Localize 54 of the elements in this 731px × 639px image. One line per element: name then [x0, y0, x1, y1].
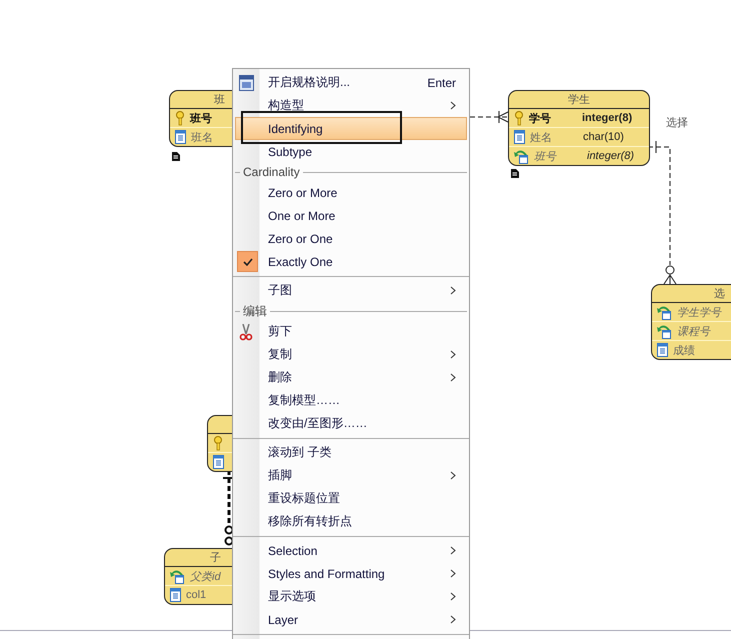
attribute-name: 成绩 — [673, 344, 696, 358]
column-icon — [170, 588, 181, 602]
foreign-key-icon — [170, 568, 185, 584]
entity-title: 选 — [714, 287, 725, 301]
menu-item[interactable]: Exactly One — [235, 250, 467, 273]
menu-section-label: Cardinality — [243, 165, 300, 179]
column-icon — [657, 343, 668, 357]
menu-item[interactable]: Identifying — [235, 117, 467, 140]
menu-item[interactable]: 重设标题位置 — [235, 487, 467, 510]
entity-title: 学生 — [568, 93, 590, 107]
attribute-name: 学生学号 — [677, 306, 723, 320]
attribute-name: 学号 — [529, 112, 552, 126]
column-icon — [213, 455, 224, 469]
attribute-name: 班名 — [191, 130, 214, 144]
attribute-name: 班号 — [534, 150, 558, 164]
entity-title: 子 — [210, 551, 221, 565]
attribute-name: 父类id — [190, 570, 222, 584]
attribute-type: integer(8) — [587, 150, 634, 162]
entity-title: 班 — [214, 93, 225, 107]
checkmark-icon — [242, 258, 252, 266]
attribute-name: 姓名 — [530, 130, 553, 144]
specification-icon — [239, 75, 254, 91]
foreign-key-icon — [514, 148, 529, 164]
column-icon — [514, 130, 525, 144]
attribute-name: 课程号 — [677, 324, 712, 338]
attribute-name: col1 — [186, 589, 208, 601]
attribute-type: integer(8) — [582, 112, 632, 124]
column-icon — [175, 130, 186, 144]
menu-item[interactable]: 复制模型…… — [235, 389, 467, 412]
menu-item[interactable]: 插脚 — [235, 464, 467, 487]
key-icon — [175, 110, 185, 126]
attribute-type: char(10) — [583, 131, 624, 143]
menu-item[interactable]: Layer — [235, 608, 467, 631]
foreign-key-icon — [657, 324, 672, 338]
menu-item[interactable]: 删除 — [235, 366, 467, 389]
key-icon — [514, 110, 524, 126]
menu-item[interactable]: 子图 — [235, 279, 467, 302]
menu-item[interactable]: One or More — [235, 204, 467, 227]
menu-item[interactable]: 滚动到 子类 — [235, 441, 467, 464]
menu-item[interactable]: 改变由/至图形…… — [235, 412, 467, 435]
entity-box[interactable]: 选 学生学号 课程号 成绩 — [651, 284, 731, 360]
menu-item[interactable]: Zero or One — [235, 227, 467, 250]
relationship-connector — [470, 110, 508, 124]
entity-box[interactable]: 学生 学号 integer(8) 姓名 char(10) 班号 integer(8) — [508, 90, 650, 166]
foreign-key-icon — [657, 304, 672, 320]
attribute-name: 班号 — [190, 112, 213, 126]
scissors-icon — [239, 324, 253, 341]
menu-section-label: 编辑 — [243, 302, 267, 320]
relationship-label: 选择 — [666, 116, 688, 130]
menu-item[interactable]: 剪下 — [235, 320, 467, 343]
key-icon — [213, 436, 223, 450]
menu-item[interactable]: 移除所有转折点 — [235, 510, 467, 533]
menu-item[interactable]: 复制 — [235, 343, 467, 366]
menu-item[interactable]: Zero or More — [235, 181, 467, 204]
